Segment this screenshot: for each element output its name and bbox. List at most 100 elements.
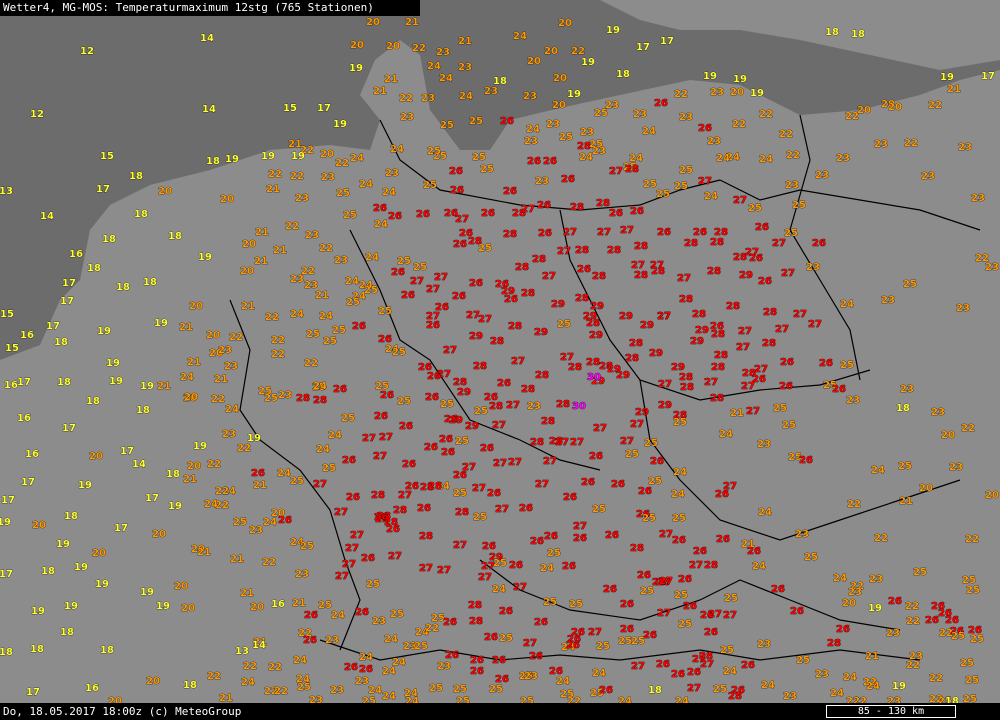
station-temperature: 28	[419, 531, 433, 542]
station-temperature: 26	[650, 456, 664, 467]
station-temperature: 27	[620, 436, 634, 447]
station-temperature: 27	[736, 342, 750, 353]
station-temperature: 23	[334, 255, 348, 266]
station-temperature: 25	[773, 403, 787, 414]
station-temperature: 25	[478, 243, 492, 254]
station-temperature: 25	[644, 438, 658, 449]
station-temperature: 17	[46, 321, 60, 332]
station-temperature: 25	[898, 461, 912, 472]
station-temperature: 26	[355, 607, 369, 618]
station-temperature: 24	[439, 73, 453, 84]
station-temperature: 26	[527, 156, 541, 167]
station-temperature: 20	[552, 100, 566, 111]
station-temperature: 21	[899, 496, 913, 507]
station-temperature: 26	[716, 534, 730, 545]
station-temperature: 23	[679, 112, 693, 123]
station-temperature: 28	[607, 245, 621, 256]
station-temperature: 17	[120, 446, 134, 457]
station-temperature: 26	[373, 203, 387, 214]
station-temperature: 21	[373, 86, 387, 97]
station-temperature: 25	[390, 609, 404, 620]
station-temperature: 26	[715, 489, 729, 500]
station-temperature: 24	[222, 486, 236, 497]
station-temperature: 23	[523, 91, 537, 102]
station-temperature: 28	[762, 338, 776, 349]
station-temperature: 22	[786, 150, 800, 161]
station-temperature: 26	[799, 455, 813, 466]
station-temperature: 24	[840, 299, 854, 310]
station-temperature: 28	[508, 321, 522, 332]
station-temperature: 21	[241, 301, 255, 312]
station-temperature: 28	[592, 271, 606, 282]
station-temperature: 28	[469, 616, 483, 627]
station-temperature: 26	[609, 208, 623, 219]
weather-map: 12 14 12 14 15 17 19 15 18 19 19 13 17 18 20 14 18 20 18 18…	[0, 0, 1000, 720]
station-temperature: 25	[364, 285, 378, 296]
station-temperature: 29	[635, 407, 649, 418]
station-temperature: 27	[410, 276, 424, 287]
station-temperature: 26	[445, 650, 459, 661]
station-temperature: 28	[455, 507, 469, 518]
station-temperature: 26	[388, 211, 402, 222]
station-temperature: 17	[1, 495, 15, 506]
station-temperature: 23	[437, 661, 451, 672]
station-temperature: 26	[530, 536, 544, 547]
station-temperature: 19	[733, 74, 747, 85]
station-temperature: 18	[54, 337, 68, 348]
station-temperature: 17	[96, 184, 110, 195]
station-temperature: 23	[874, 139, 888, 150]
station-temperature: 26	[678, 574, 692, 585]
station-temperature: 27	[495, 504, 509, 515]
station-temperature: 19	[291, 151, 305, 162]
station-temperature: 28	[575, 293, 589, 304]
station-temperature: 25	[499, 633, 513, 644]
station-temperature: 25	[429, 683, 443, 694]
station-temperature: 25	[672, 513, 686, 524]
station-temperature: 24	[290, 309, 304, 320]
station-temperature: 23	[372, 616, 386, 627]
station-temperature: 26	[657, 227, 671, 238]
station-temperature: 28	[630, 543, 644, 554]
station-temperature: 26	[425, 392, 439, 403]
station-temperature: 29	[640, 320, 654, 331]
station-temperature: 28	[692, 309, 706, 320]
station-temperature: 26	[925, 615, 939, 626]
station-temperature: 26	[499, 606, 513, 617]
station-temperature: 26	[469, 278, 483, 289]
station-temperature: 27	[398, 490, 412, 501]
station-temperature: 27	[543, 456, 557, 467]
station-temperature: 20	[730, 87, 744, 98]
station-temperature: 21	[240, 588, 254, 599]
station-temperature: 24	[331, 610, 345, 621]
station-temperature: 27	[350, 530, 364, 541]
station-temperature: 25	[336, 188, 350, 199]
station-temperature: 18	[166, 469, 180, 480]
station-temperature: 17	[981, 71, 995, 82]
station-temperature: 28	[680, 382, 694, 393]
station-temperature: 25	[804, 552, 818, 563]
station-temperature: 17	[636, 42, 650, 53]
station-temperature: 19	[703, 71, 717, 82]
station-temperature: 25	[557, 319, 571, 330]
station-temperature: 25	[640, 586, 654, 597]
station-temperature: 23	[527, 401, 541, 412]
station-temperature: 20	[92, 548, 106, 559]
station-temperature: 27	[708, 609, 722, 620]
station-temperature: 25	[290, 476, 304, 487]
station-temperature: 26	[755, 222, 769, 233]
station-temperature: 26	[747, 546, 761, 557]
station-temperature: 14	[252, 640, 266, 651]
station-temperature: 25	[569, 599, 583, 610]
station-temperature: 24	[704, 191, 718, 202]
station-temperature: 30	[587, 372, 601, 383]
station-temperature: 24	[277, 468, 291, 479]
station-temperature: 28	[575, 245, 589, 256]
station-temperature: 26	[426, 320, 440, 331]
station-temperature: 26	[380, 390, 394, 401]
station-temperature: 23	[385, 168, 399, 179]
station-temperature: 22	[906, 660, 920, 671]
station-temperature: 28	[521, 288, 535, 299]
station-temperature: 20	[558, 18, 572, 29]
station-temperature: 24	[761, 680, 775, 691]
station-temperature: 26	[401, 290, 415, 301]
